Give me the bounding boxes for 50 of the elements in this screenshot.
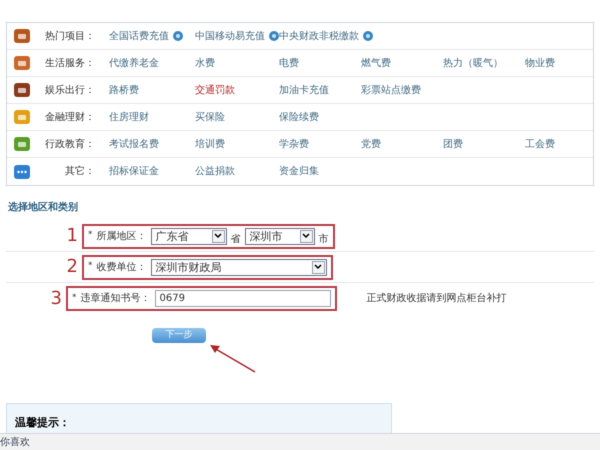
service-link[interactable]: 招标保证金 bbox=[109, 164, 159, 179]
service-link[interactable]: 水费 bbox=[195, 56, 215, 70]
suffix-label: 省 bbox=[230, 232, 240, 246]
field-label: 所属地区： bbox=[96, 230, 146, 244]
service-link[interactable]: 代缴养老金 bbox=[109, 56, 159, 70]
service-link[interactable]: 彩票站点缴费 bbox=[361, 82, 421, 98]
service-link[interactable]: 保险续费 bbox=[279, 110, 319, 124]
service-link[interactable]: 物业费 bbox=[525, 56, 555, 70]
category-label: 娱乐出行： bbox=[44, 84, 96, 98]
service-link[interactable]: 资金归集 bbox=[279, 164, 319, 179]
service-link[interactable]: 燃气费 bbox=[361, 56, 391, 70]
step-number: 3 bbox=[50, 290, 63, 308]
service-link[interactable]: 买保险 bbox=[195, 110, 225, 124]
note-text: 正式财政收据请到网点柜台补打 bbox=[366, 292, 506, 306]
service-link[interactable]: 加油卡充值 bbox=[279, 82, 329, 98]
section-title: 选择地区和类别 bbox=[7, 200, 79, 215]
service-link[interactable]: 工会费 bbox=[525, 136, 555, 152]
tips-title: 温馨提示： bbox=[15, 416, 70, 429]
category-label: 生活服务： bbox=[44, 56, 96, 70]
category-label: 其它： bbox=[64, 164, 96, 179]
service-link[interactable]: 培训费 bbox=[195, 136, 225, 152]
service-link[interactable]: 住房理财 bbox=[109, 110, 149, 124]
service-link[interactable]: 中央财政非税缴款 bbox=[279, 28, 359, 44]
field-label: 违章通知书号： bbox=[80, 292, 150, 306]
bottom-bar-text: 你喜欢 bbox=[0, 436, 30, 450]
service-link[interactable]: 团费 bbox=[443, 136, 463, 152]
service-link[interactable]: 考试报名费 bbox=[109, 136, 159, 152]
suffix-label: 市 bbox=[318, 232, 328, 246]
dropdown[interactable]: 广东省 bbox=[150, 228, 226, 244]
service-link[interactable]: 学杂费 bbox=[279, 136, 309, 152]
dropdown[interactable]: 深圳市 bbox=[244, 228, 314, 244]
field-label: 收费单位： bbox=[96, 260, 146, 274]
service-link[interactable]: 公益捐款 bbox=[195, 164, 235, 179]
step-number: 2 bbox=[66, 258, 79, 276]
category-label: 热门项目： bbox=[44, 30, 96, 44]
service-link[interactable]: 交通罚款 bbox=[195, 82, 235, 98]
service-link[interactable]: 全国话费充值 bbox=[109, 28, 169, 44]
dropdown[interactable]: 深圳市财政局 bbox=[150, 258, 326, 276]
required-mark: * bbox=[72, 292, 76, 305]
category-label: 行政教育： bbox=[44, 138, 96, 152]
service-link[interactable]: 路桥费 bbox=[109, 82, 139, 98]
step-number: 1 bbox=[66, 227, 79, 245]
required-mark: * bbox=[88, 229, 92, 242]
service-link[interactable]: 热力（暖气） bbox=[443, 56, 503, 70]
service-link[interactable]: 中国移动易充值 bbox=[195, 28, 265, 44]
input-field[interactable]: 0679 bbox=[154, 290, 330, 307]
category-label: 金融理财： bbox=[44, 110, 96, 124]
required-mark: * bbox=[88, 260, 92, 274]
service-link[interactable]: 电费 bbox=[279, 56, 299, 70]
service-link[interactable]: 党费 bbox=[361, 136, 381, 152]
